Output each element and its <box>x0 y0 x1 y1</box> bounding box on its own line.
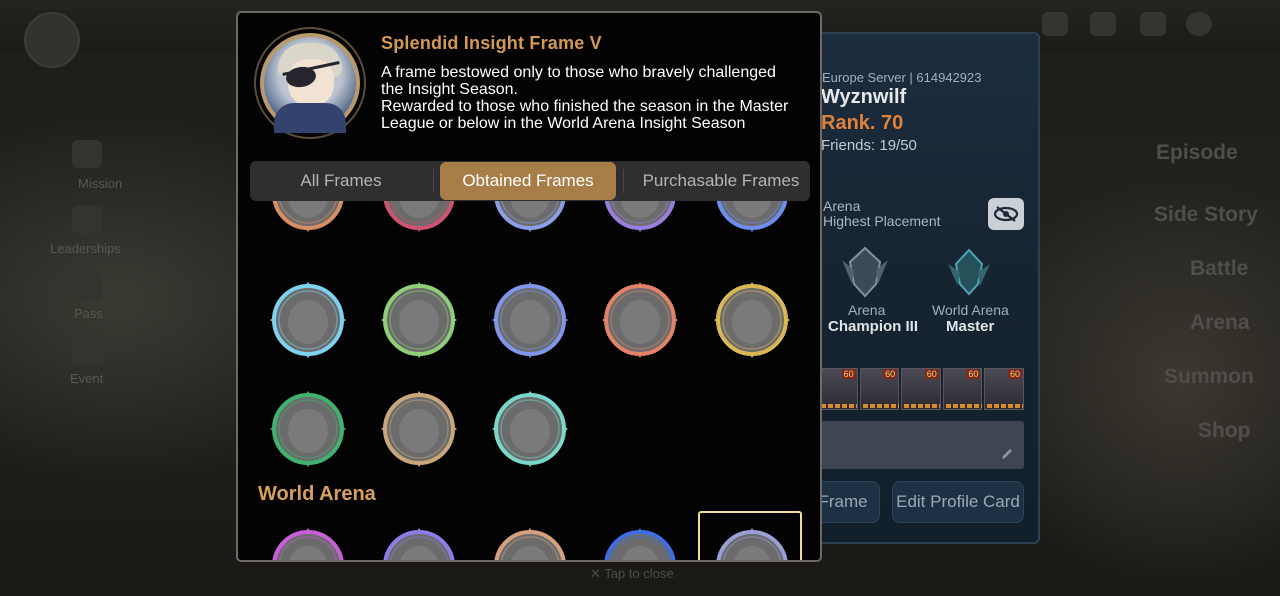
menu-arena[interactable]: Arena <box>1190 311 1250 335</box>
hero-stars <box>987 404 1024 408</box>
arena-rank-value: Champion III <box>828 318 918 335</box>
tab-obtained-frames[interactable]: Obtained Frames <box>440 162 616 200</box>
section-world-arena: World Arena <box>258 483 376 505</box>
frame-item-row2-1[interactable] <box>268 388 348 470</box>
representative-heroes: 60 60 60 60 60 <box>818 368 1024 412</box>
frame-preview-portrait <box>260 33 360 133</box>
highest-placement-label: Highest Placement <box>823 213 941 229</box>
left-menu-leaderships[interactable]: Leaderships <box>50 241 121 256</box>
world-arena-rank-value: Master <box>946 318 995 335</box>
hero-portrait[interactable]: 60 <box>901 368 941 410</box>
menu-episode[interactable]: Episode <box>1156 141 1238 165</box>
frame-description-line: the Insight Season. <box>381 81 518 98</box>
event-icon[interactable] <box>72 336 102 364</box>
hero-portrait[interactable]: 60 <box>859 368 900 410</box>
frame-description-line: Rewarded to those who finished the seaso… <box>381 98 789 115</box>
tap-to-close-hint[interactable]: ✕ Tap to close <box>590 566 674 582</box>
frame-item-row2-3[interactable] <box>490 388 570 470</box>
frame-item-row0-1[interactable] <box>268 201 348 235</box>
frame-item-row2-2[interactable] <box>379 388 459 470</box>
frame-item-row1-1[interactable] <box>268 279 348 361</box>
left-menu-mission[interactable]: Mission <box>78 176 122 191</box>
pencil-icon <box>1002 449 1012 459</box>
arena-rank-label: Arena <box>848 302 886 318</box>
player-rank: Rank. 70 <box>821 112 904 134</box>
player-name: Wyznwilf <box>821 86 907 108</box>
bell-icon[interactable] <box>1042 12 1068 36</box>
arena-emblem <box>836 244 894 300</box>
player-avatar[interactable] <box>24 12 80 68</box>
selected-frame-highlight <box>698 511 802 560</box>
frames-grid: World Arena <box>238 201 820 560</box>
menu-summon[interactable]: Summon <box>1164 365 1254 389</box>
frame-title: Splendid Insight Frame V <box>381 33 602 53</box>
left-menu-event[interactable]: Event <box>70 371 103 386</box>
hero-stars <box>862 404 899 408</box>
frame-item-row0-4[interactable] <box>600 201 680 235</box>
frame-item-row0-2[interactable] <box>379 201 459 235</box>
world-arena-rank-label: World Arena <box>932 302 1009 318</box>
friends-count: Friends: 19/50 <box>821 137 917 154</box>
frame-description-line: League or below in the World Arena Insig… <box>381 115 746 132</box>
frame-item-world-arena-2[interactable] <box>379 525 459 560</box>
tab-purchasable-frames[interactable]: Purchasable Frames <box>628 161 814 201</box>
menu-shop[interactable]: Shop <box>1198 419 1251 443</box>
leaderships-icon[interactable] <box>72 206 102 234</box>
hero-stars <box>821 404 857 408</box>
frame-item-row1-3[interactable] <box>490 279 570 361</box>
hero-level: 60 <box>924 369 939 379</box>
friends-icon[interactable] <box>1090 12 1116 36</box>
edit-profile-card-button[interactable]: Edit Profile Card <box>892 481 1024 523</box>
left-menu-pass[interactable]: Pass <box>74 306 103 321</box>
frame-item-row1-2[interactable] <box>379 279 459 361</box>
frame-item-world-arena-1[interactable] <box>268 525 348 560</box>
hero-level: 60 <box>966 369 981 379</box>
hero-level: 60 <box>1007 369 1022 379</box>
frame-tabs: All Frames Obtained Frames Purchasable F… <box>250 161 810 201</box>
hero-portrait[interactable]: 60 <box>984 368 1024 410</box>
profile-message-box[interactable] <box>818 421 1024 469</box>
tap-to-close-text: Tap to close <box>604 566 674 581</box>
server-id: Europe Server | 614942923 <box>822 70 982 85</box>
frame-item-row0-3[interactable] <box>490 201 570 235</box>
menu-battle[interactable]: Battle <box>1190 257 1248 281</box>
hero-portrait[interactable]: 60 <box>818 368 858 410</box>
frame-item-row1-4[interactable] <box>600 279 680 361</box>
world-arena-emblem <box>940 244 998 300</box>
mission-icon[interactable] <box>72 140 102 168</box>
hide-toggle-button[interactable] <box>988 198 1024 230</box>
hero-stars <box>945 404 982 408</box>
arena-label: Arena <box>823 198 861 214</box>
eye-slash-icon <box>993 206 1019 222</box>
frame-description-line: A frame bestowed only to those who brave… <box>381 64 776 81</box>
tab-divider <box>433 169 434 193</box>
frame-item-row1-5[interactable] <box>712 279 792 361</box>
menu-icon[interactable] <box>1186 12 1212 36</box>
frame-item-row0-5[interactable] <box>712 201 792 235</box>
hero-portrait[interactable]: 60 <box>942 368 983 410</box>
tab-all-frames[interactable]: All Frames <box>250 161 432 201</box>
pass-icon[interactable] <box>72 272 102 300</box>
hero-level: 60 <box>883 369 898 379</box>
hero-level: 60 <box>841 369 856 379</box>
menu-side-story[interactable]: Side Story <box>1154 203 1258 227</box>
frame-description: A frame bestowed only to those who brave… <box>381 64 801 132</box>
tab-divider <box>623 169 624 193</box>
frame-item-world-arena-3[interactable] <box>490 525 570 560</box>
hero-stars <box>904 404 941 408</box>
frame-dialog: Splendid Insight Frame V A frame bestowe… <box>236 11 822 562</box>
frame-item-world-arena-4[interactable] <box>600 525 680 560</box>
mail-icon[interactable] <box>1140 12 1166 36</box>
